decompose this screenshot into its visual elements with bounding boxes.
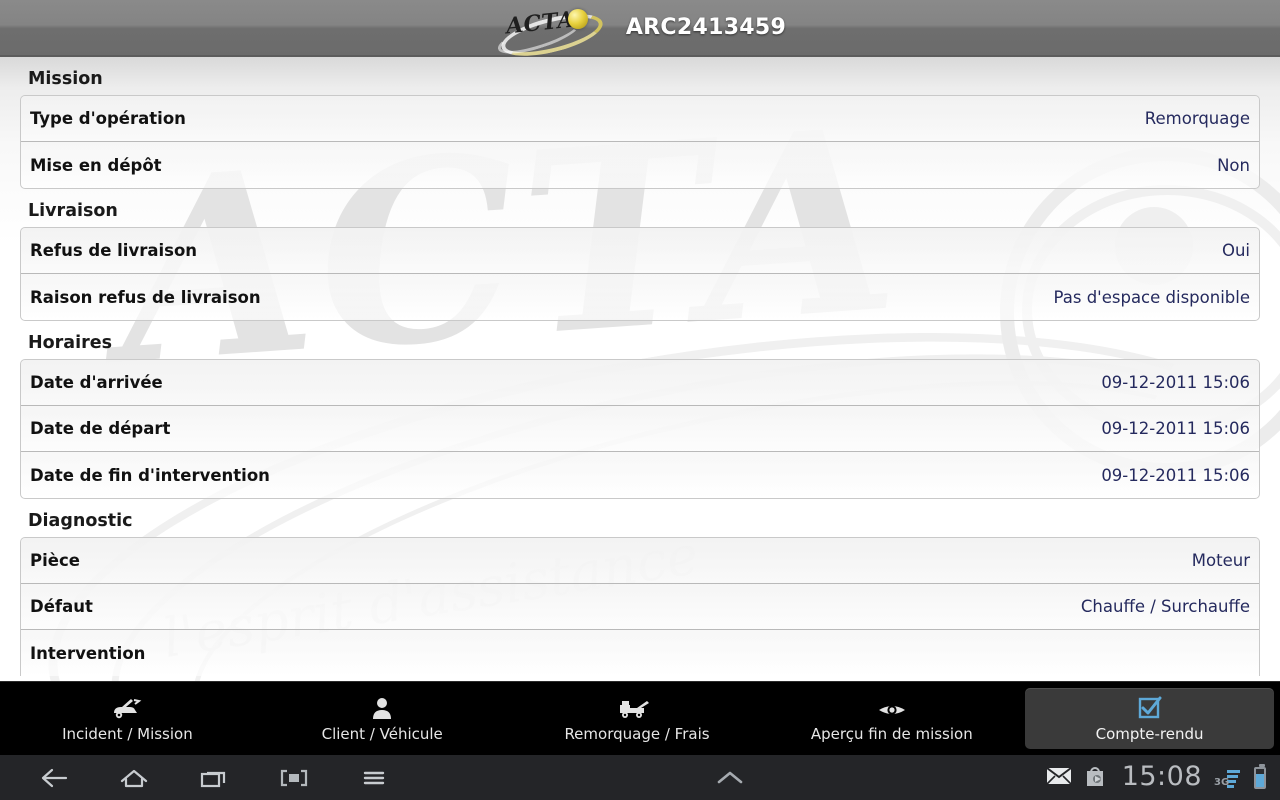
tab-label: Compte-rendu — [1095, 725, 1204, 743]
row-label: Intervention — [30, 643, 146, 663]
section-title-livraison: Livraison — [28, 201, 118, 221]
status-clock: 15:08 — [1121, 761, 1202, 792]
tab-incident-mission[interactable]: Incident / Mission — [3, 686, 252, 751]
tab-client-v-hicule[interactable]: Client / Véhicule — [258, 686, 507, 751]
row-label: Type d'opération — [30, 109, 186, 128]
table-row[interactable]: Date de départ 09-12-2011 15:06 — [21, 406, 1259, 452]
bottom-tab-bar: Incident / Mission Client / Véhicule Remor… — [0, 681, 1280, 755]
battery-icon — [1254, 763, 1266, 789]
checkbox-icon — [1137, 694, 1163, 720]
table-row[interactable]: Raison refus de livraison Pas d'espace di… — [21, 274, 1259, 320]
screenshot-icon[interactable] — [254, 755, 334, 800]
table-row[interactable]: Mise en dépôt Non — [21, 142, 1259, 188]
row-label: Refus de livraison — [30, 241, 198, 260]
status-icons: 15:08 3G — [1046, 761, 1280, 794]
row-value: Non — [1217, 155, 1250, 175]
app-header: ACTA ARC2413459 — [0, 0, 1280, 64]
system-nav-buttons — [0, 755, 414, 800]
tab-label: Remorquage / Frais — [564, 725, 710, 743]
row-label: Date d'arrivée — [30, 373, 163, 392]
tow-truck-icon — [617, 694, 657, 720]
tablet-screen: ACTA ARC2413459 ACTA l'esprit d'assistan… — [0, 0, 1280, 800]
row-label: Raison refus de livraison — [30, 287, 261, 307]
android-system-bar: 15:08 3G — [0, 755, 1280, 800]
eye-icon — [877, 694, 907, 720]
report-scroll-list[interactable]: Mission Type d'opération Remorquage Mise en… — [0, 57, 1280, 681]
tab-compte-rendu[interactable]: Compte-rendu — [1025, 688, 1274, 749]
row-value: 09-12-2011 15:06 — [1101, 419, 1250, 438]
section-title-diagnostic: Diagnostic — [28, 511, 133, 531]
chevron-up-icon[interactable] — [414, 768, 1046, 788]
section-title-horaires: Horaires — [28, 333, 113, 353]
row-value: Moteur — [1191, 551, 1250, 570]
table-row[interactable]: Date de fin d'intervention 09-12-2011 15:… — [21, 452, 1259, 498]
section-group-diagnostic: Pièce Moteur Défaut Chauffe / Surchauffe Int… — [20, 537, 1260, 676]
back-icon[interactable] — [14, 755, 94, 800]
table-row[interactable]: Intervention — [21, 630, 1259, 676]
recents-icon[interactable] — [174, 755, 254, 800]
row-value: Remorquage — [1144, 109, 1250, 128]
page-title: ARC2413459 — [625, 15, 787, 40]
table-row[interactable]: Date d'arrivée 09-12-2011 15:06 — [21, 360, 1259, 406]
row-label: Date de départ — [30, 419, 171, 438]
table-row[interactable]: Défaut Chauffe / Surchauffe — [21, 584, 1259, 630]
tab-label: Client / Véhicule — [321, 725, 443, 743]
tab-aper-u-fin-de-mission[interactable]: Aperçu fin de mission — [767, 686, 1016, 751]
section-group-livraison: Refus de livraison Oui Raison refus de liv… — [20, 227, 1260, 321]
row-value: 09-12-2011 15:06 — [1101, 373, 1250, 392]
acta-logo-icon: ACTA — [494, 2, 612, 64]
row-label: Mise en dépôt — [30, 155, 162, 175]
section-title-mission: Mission — [28, 69, 103, 89]
network-type-label: 3G — [1214, 776, 1230, 788]
email-icon[interactable] — [1046, 766, 1072, 790]
play-store-icon[interactable] — [1084, 765, 1106, 791]
tab-label: Incident / Mission — [62, 725, 193, 743]
row-label: Date de fin d'intervention — [30, 465, 270, 485]
logo-ball-icon — [567, 8, 588, 29]
table-row[interactable]: Pièce Moteur — [21, 538, 1259, 584]
row-label: Pièce — [30, 551, 80, 570]
menu-icon[interactable] — [334, 755, 414, 800]
tab-remorquage-frais[interactable]: Remorquage / Frais — [513, 686, 762, 751]
table-row[interactable]: Refus de livraison Oui — [21, 228, 1259, 274]
row-value: Chauffe / Surchauffe — [1080, 597, 1250, 616]
table-row[interactable]: Type d'opération Remorquage — [21, 96, 1259, 142]
row-value: Oui — [1221, 241, 1250, 260]
content-area: ACTA l'esprit d'assistance MissionType d… — [0, 57, 1280, 681]
person-icon — [369, 694, 395, 720]
row-value: Pas d'espace disponible — [1053, 287, 1250, 307]
section-group-mission: Type d'opération Remorquage Mise en dépôt N… — [20, 95, 1260, 189]
row-value: 09-12-2011 15:06 — [1101, 465, 1250, 485]
section-group-horaires: Date d'arrivée 09-12-2011 15:06 Date de dé… — [20, 359, 1260, 499]
signal-bars-icon: 3G — [1214, 767, 1242, 789]
row-label: Défaut — [30, 597, 93, 616]
crashed-car-icon — [110, 694, 144, 720]
tab-label: Aperçu fin de mission — [810, 725, 973, 743]
home-icon[interactable] — [94, 755, 174, 800]
